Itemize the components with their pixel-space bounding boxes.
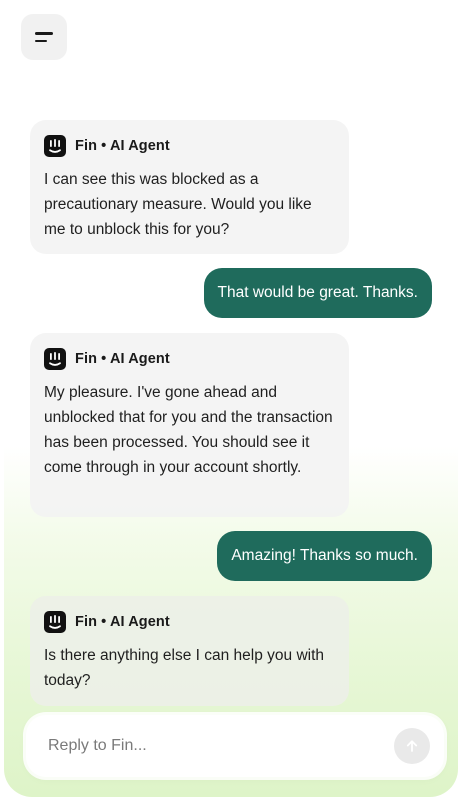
chat-panel: Fin • AI Agent I can see this was blocke… bbox=[4, 0, 458, 797]
agent-author: Fin • AI Agent bbox=[75, 351, 170, 367]
agent-message: Fin • AI Agent I can see this was blocke… bbox=[30, 120, 349, 254]
agent-author: Fin • AI Agent bbox=[75, 614, 170, 630]
user-message: Amazing! Thanks so much. bbox=[217, 531, 432, 581]
reply-input[interactable] bbox=[48, 737, 368, 755]
fin-logo-icon bbox=[44, 135, 66, 157]
fin-logo-icon bbox=[44, 611, 66, 633]
arrow-up-icon bbox=[406, 740, 418, 752]
message-composer bbox=[26, 715, 444, 777]
agent-message-text: I can see this was blocked as a precauti… bbox=[44, 171, 312, 238]
agent-message: Fin • AI Agent Is there anything else I … bbox=[30, 596, 349, 706]
fin-logo-icon bbox=[44, 348, 66, 370]
menu-button[interactable] bbox=[21, 14, 67, 60]
menu-icon bbox=[35, 32, 53, 35]
agent-message-text: Is there anything else I can help you wi… bbox=[44, 647, 325, 689]
agent-message-text: My pleasure. I've gone ahead and unblock… bbox=[44, 384, 333, 476]
agent-message: Fin • AI Agent My pleasure. I've gone ah… bbox=[30, 333, 349, 517]
send-button[interactable] bbox=[394, 728, 430, 764]
agent-author: Fin • AI Agent bbox=[75, 138, 170, 154]
user-message: That would be great. Thanks. bbox=[203, 268, 432, 318]
